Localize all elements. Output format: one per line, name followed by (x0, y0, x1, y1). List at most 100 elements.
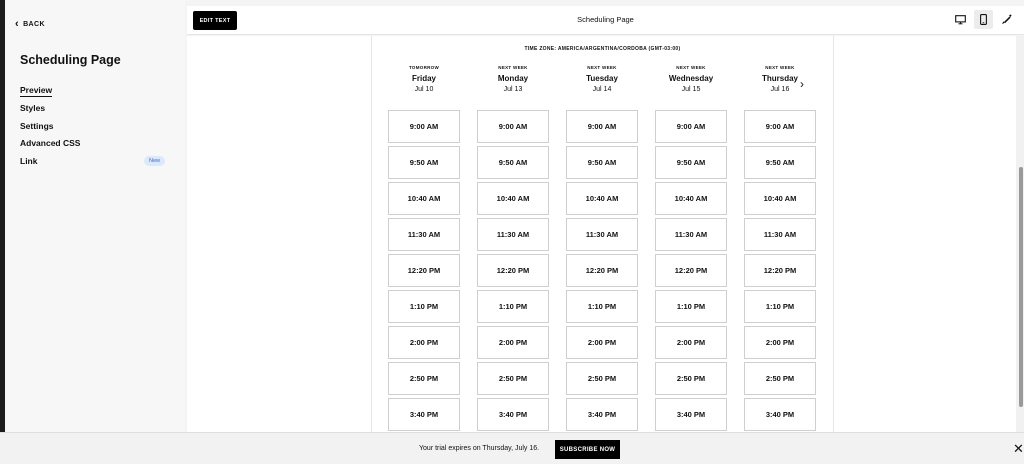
time-slot-button[interactable]: 9:00 AM (388, 110, 460, 143)
desktop-icon[interactable] (951, 10, 970, 29)
new-badge: New (143, 155, 165, 166)
sidebar-item-settings[interactable]: Settings (20, 117, 165, 135)
time-slot-button[interactable]: 11:30 AM (477, 218, 549, 251)
day-relative-label: NEXT WEEK (676, 65, 706, 70)
day-header: TOMORROW Friday Jul 10 (388, 65, 460, 110)
time-slot-button[interactable]: 1:10 PM (388, 290, 460, 323)
time-slot-button[interactable]: 9:00 AM (566, 110, 638, 143)
time-slot-button[interactable]: 10:40 AM (655, 182, 727, 215)
preview-canvas: TIME ZONE: AMERICA/ARGENTINA/CORDOBA (GM… (187, 36, 1016, 432)
time-slot-button[interactable]: 2:00 PM (477, 326, 549, 359)
time-slot-button[interactable]: 2:00 PM (566, 326, 638, 359)
chevron-right-icon[interactable]: › (800, 78, 804, 90)
day-date: Jul 16 (770, 86, 790, 93)
chevron-left-icon: ‹ (15, 18, 20, 30)
sidebar-item-preview[interactable]: Preview (20, 82, 165, 100)
day-name: Friday (411, 74, 436, 83)
sidebar: ‹ BACK Scheduling Page Preview Styles Se… (5, 0, 185, 432)
back-button[interactable]: ‹ BACK (15, 19, 45, 30)
day-relative-label: NEXT WEEK (765, 65, 795, 70)
time-slot-button[interactable]: 9:00 AM (744, 110, 816, 143)
time-slot-button[interactable]: 2:50 PM (744, 362, 816, 395)
page-title: Scheduling Page (577, 15, 634, 24)
day-header: NEXT WEEK Thursday Jul 16 (744, 65, 816, 110)
device-switcher (951, 10, 1016, 29)
time-slot-button[interactable]: 12:20 PM (566, 254, 638, 287)
sidebar-item-label: Advanced CSS (20, 138, 81, 149)
day-column: NEXT WEEK Thursday Jul 16 9:00 AM 9:50 AM 10:… (744, 65, 816, 434)
time-slot-button[interactable]: 1:10 PM (655, 290, 727, 323)
sidebar-item-label: Settings (20, 120, 54, 131)
time-slot-button[interactable]: 12:20 PM (388, 254, 460, 287)
day-name: Monday (497, 74, 529, 83)
day-column: TOMORROW Friday Jul 10 9:00 AM 9:50 AM 10:40 … (388, 65, 460, 434)
time-slot-button[interactable]: 9:50 AM (655, 146, 727, 179)
day-column: NEXT WEEK Wednesday Jul 15 9:00 AM 9:50 AM 10… (655, 65, 727, 434)
sidebar-item-advanced-css[interactable]: Advanced CSS (20, 135, 165, 153)
day-name: Tuesday (586, 74, 618, 83)
sidebar-item-label: Styles (20, 103, 46, 114)
scheduling-frame: TIME ZONE: AMERICA/ARGENTINA/CORDOBA (GM… (371, 36, 834, 432)
sidebar-item-link[interactable]: Link New (20, 152, 165, 170)
brush-icon[interactable] (997, 10, 1016, 29)
time-slot-button[interactable]: 2:50 PM (566, 362, 638, 395)
time-slot-button[interactable]: 10:40 AM (744, 182, 816, 215)
close-icon[interactable]: ✕ (1013, 442, 1024, 455)
time-slot-button[interactable]: 12:20 PM (744, 254, 816, 287)
day-column: NEXT WEEK Tuesday Jul 14 9:00 AM 9:50 AM 10:4… (566, 65, 638, 434)
top-toolbar: EDIT TEXT Scheduling Page (187, 6, 1024, 35)
time-slot-button[interactable]: 3:40 PM (477, 398, 549, 431)
time-slot-button[interactable]: 9:50 AM (744, 146, 816, 179)
time-slot-button[interactable]: 10:40 AM (388, 182, 460, 215)
sidebar-title: Scheduling Page (20, 53, 121, 67)
time-slot-button[interactable]: 2:50 PM (655, 362, 727, 395)
back-label: BACK (23, 21, 45, 28)
time-slot-button[interactable]: 9:50 AM (477, 146, 549, 179)
day-date: Jul 14 (592, 86, 612, 93)
scrollbar[interactable] (1016, 36, 1024, 432)
day-date: Jul 13 (503, 86, 523, 93)
day-name: Thursday (761, 74, 798, 83)
timezone-label: TIME ZONE: AMERICA/ARGENTINA/CORDOBA (GM… (524, 46, 681, 52)
trial-text: Your trial expires on Thursday, July 16. (419, 445, 540, 452)
time-slot-button[interactable]: 12:20 PM (477, 254, 549, 287)
sidebar-item-styles[interactable]: Styles (20, 100, 165, 118)
time-slot-button[interactable]: 1:10 PM (566, 290, 638, 323)
day-date: Jul 15 (681, 86, 701, 93)
sidebar-nav: Preview Styles Settings Advanced CSS Lin… (20, 82, 165, 170)
day-columns: TOMORROW Friday Jul 10 9:00 AM 9:50 AM 10:40 … (388, 65, 816, 434)
time-slot-button[interactable]: 2:00 PM (388, 326, 460, 359)
subscribe-button[interactable]: SUBSCRIBE NOW (555, 440, 620, 459)
time-slot-button[interactable]: 3:40 PM (655, 398, 727, 431)
day-header: NEXT WEEK Wednesday Jul 15 (655, 65, 727, 110)
day-header: NEXT WEEK Monday Jul 13 (477, 65, 549, 110)
scroll-thumb[interactable] (1019, 167, 1023, 407)
time-slot-button[interactable]: 9:50 AM (388, 146, 460, 179)
time-slot-button[interactable]: 3:40 PM (566, 398, 638, 431)
trial-banner: Your trial expires on Thursday, July 16.… (0, 432, 1024, 464)
day-date: Jul 10 (414, 86, 434, 93)
day-header: NEXT WEEK Tuesday Jul 14 (566, 65, 638, 110)
time-slot-button[interactable]: 10:40 AM (566, 182, 638, 215)
time-slot-button[interactable]: 9:00 AM (655, 110, 727, 143)
mobile-icon[interactable] (974, 10, 993, 29)
time-slot-button[interactable]: 11:30 AM (744, 218, 816, 251)
time-slot-button[interactable]: 2:00 PM (655, 326, 727, 359)
time-slot-button[interactable]: 2:50 PM (388, 362, 460, 395)
time-slot-button[interactable]: 9:00 AM (477, 110, 549, 143)
time-slot-button[interactable]: 10:40 AM (477, 182, 549, 215)
time-slot-button[interactable]: 2:50 PM (477, 362, 549, 395)
time-slot-button[interactable]: 3:40 PM (744, 398, 816, 431)
time-slot-button[interactable]: 9:50 AM (566, 146, 638, 179)
sidebar-item-label: Preview (20, 84, 53, 97)
time-slot-button[interactable]: 11:30 AM (388, 218, 460, 251)
time-slot-button[interactable]: 12:20 PM (655, 254, 727, 287)
time-slot-button[interactable]: 1:10 PM (477, 290, 549, 323)
time-slot-button[interactable]: 11:30 AM (566, 218, 638, 251)
time-slot-button[interactable]: 1:10 PM (744, 290, 816, 323)
time-slot-button[interactable]: 11:30 AM (655, 218, 727, 251)
time-slot-button[interactable]: 3:40 PM (388, 398, 460, 431)
day-relative-label: NEXT WEEK (587, 65, 617, 70)
time-slot-button[interactable]: 2:00 PM (744, 326, 816, 359)
day-column: NEXT WEEK Monday Jul 13 9:00 AM 9:50 AM 10:40… (477, 65, 549, 434)
